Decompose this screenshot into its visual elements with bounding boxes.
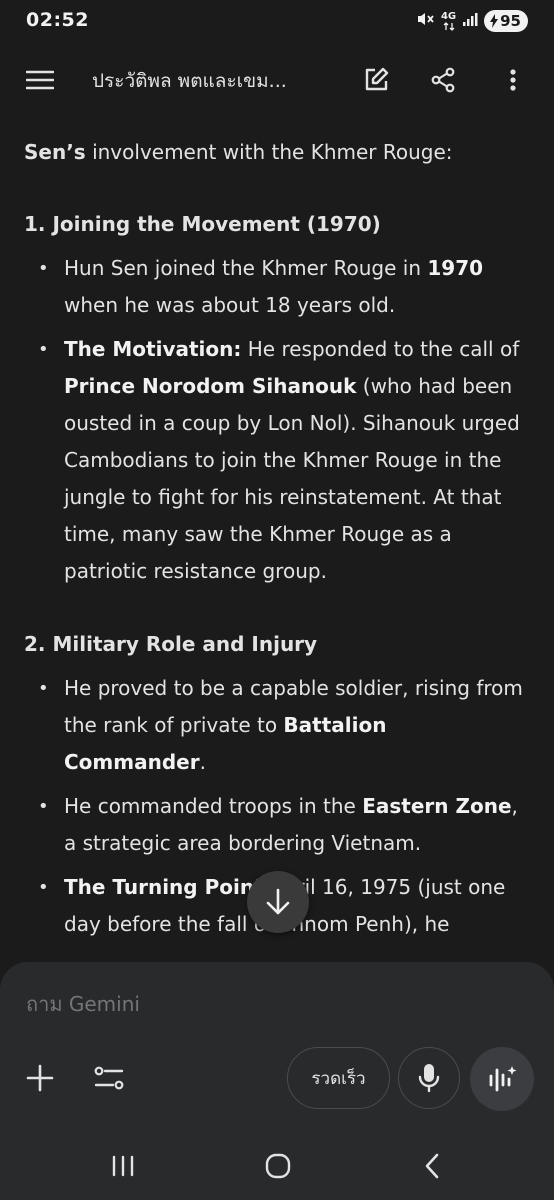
list-item: The Motivation: He responded to the call… [24, 331, 534, 590]
intro-bold: Sen’s [24, 140, 86, 164]
battery-charging-icon: 95 [484, 10, 528, 32]
recents-icon[interactable] [100, 1146, 146, 1186]
list-item: He proved to be a capable soldier, risin… [24, 670, 534, 781]
response-content: Sen’s involvement with the Khmer Rouge: … [24, 130, 534, 962]
chat-title[interactable]: ประวัติพล พตและเขม... [92, 66, 328, 96]
mute-icon [415, 9, 435, 33]
speed-mode-button[interactable]: รวดเร็ว [287, 1047, 390, 1109]
status-bar: 02:52 4G 95 [0, 0, 554, 44]
home-icon[interactable] [256, 1146, 300, 1186]
list-item: He commanded troops in the Eastern Zone,… [24, 788, 534, 862]
scroll-to-bottom-button[interactable] [247, 871, 309, 933]
bullet-text: . [199, 750, 206, 774]
bullet-text: He responded to the call of [241, 337, 520, 361]
network-label: 4G [440, 10, 457, 22]
bullet-bold: Prince Norodom Sihanouk [64, 374, 357, 398]
intro-text: involvement with the Khmer Rouge: [85, 140, 453, 164]
bullet-bold: 1970 [427, 256, 484, 280]
intro-line: Sen’s involvement with the Khmer Rouge: [24, 134, 534, 170]
bullet-text: (who had been ousted in a coup by Lon No… [64, 374, 520, 583]
more-vert-icon[interactable] [491, 58, 535, 102]
top-app-bar: ประวัติพล พตและเขม... [0, 48, 554, 112]
bullet-text: when he was about 18 years old. [64, 293, 396, 317]
arrow-down-icon [266, 888, 290, 915]
bullet-bold: The Turning Point [64, 875, 264, 899]
bullet-text: Hun Sen joined the Khmer Rouge in [64, 256, 428, 280]
list-item: Hun Sen joined the Khmer Rouge in 1970 w… [24, 250, 534, 324]
section-heading-joining: 1. Joining the Movement (1970) [24, 212, 381, 236]
tools-icon[interactable] [86, 1056, 132, 1100]
edit-icon[interactable] [354, 58, 398, 102]
plus-icon[interactable] [18, 1056, 62, 1100]
battery-level: 95 [500, 12, 521, 30]
section-heading-military: 2. Military Role and Injury [24, 632, 318, 656]
network-4g-icon: 4G [440, 10, 457, 31]
system-nav-bar [0, 1140, 554, 1200]
mic-icon[interactable] [398, 1047, 460, 1109]
share-icon[interactable] [421, 58, 465, 102]
back-icon[interactable] [410, 1146, 454, 1186]
section-list-joining: Hun Sen joined the Khmer Rouge in 1970 w… [24, 250, 534, 590]
bullet-text: He commanded troops in the [64, 794, 363, 818]
status-icons: 4G 95 [415, 9, 528, 33]
signal-icon [462, 11, 478, 31]
live-icon[interactable] [470, 1047, 534, 1111]
prompt-input[interactable] [26, 992, 506, 1016]
menu-icon[interactable] [18, 58, 62, 102]
bullet-bold: Eastern Zone [362, 794, 512, 818]
bullet-bold: The Motivation: [64, 337, 242, 361]
speed-mode-label: รวดเร็ว [311, 1068, 366, 1089]
status-time: 02:52 [26, 9, 89, 31]
